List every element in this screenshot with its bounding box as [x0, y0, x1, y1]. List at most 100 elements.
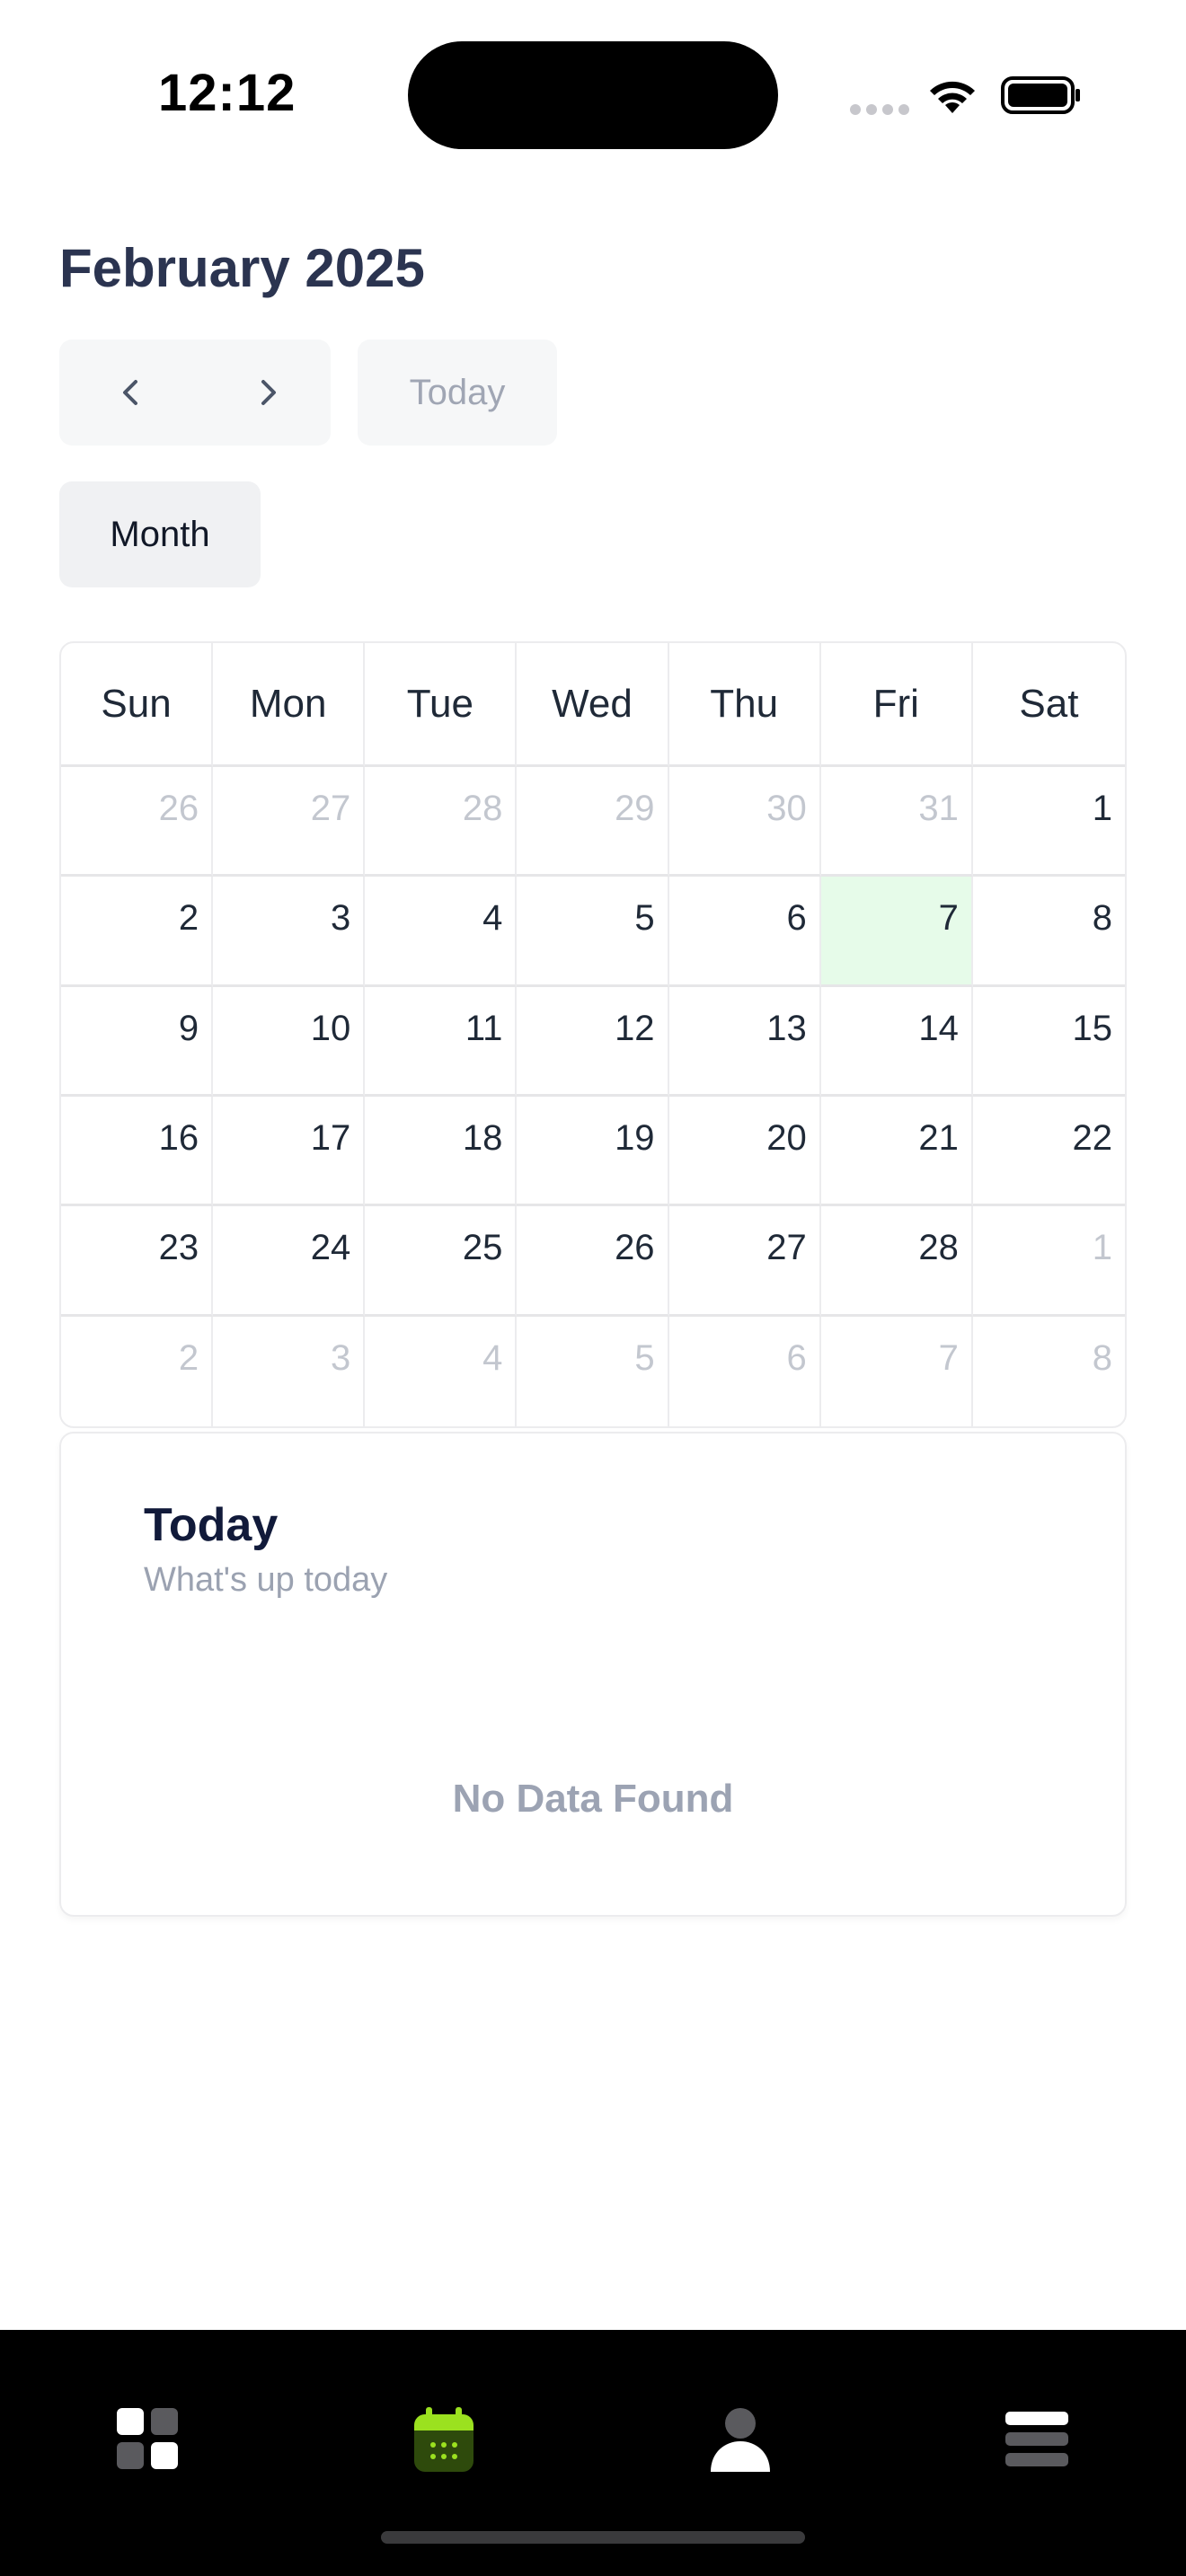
today-button[interactable]: Today [358, 340, 557, 446]
calendar-day[interactable]: 1 [972, 767, 1125, 878]
calendar-day[interactable]: 15 [972, 987, 1125, 1097]
empty-state-text: No Data Found [452, 1777, 734, 1821]
weekday-header: Sun Mon Tue Wed Thu Fri Sat [61, 643, 1125, 767]
calendar-day[interactable]: 2 [61, 877, 214, 987]
dynamic-island [408, 41, 778, 149]
calendar-day[interactable]: 27 [668, 1206, 821, 1317]
calendar-day[interactable]: 23 [61, 1206, 214, 1317]
calendar-day[interactable]: 12 [517, 986, 669, 1097]
weekday-label: Wed [517, 643, 669, 767]
day-number: 1 [1092, 789, 1112, 828]
calendar-days: 26 27 28 29 30 31 1 2 3 4 5 6 7 8 9 10 11 12 13 14 15 16 17 18 1… [61, 767, 1125, 1426]
day-number: 22 [1072, 1118, 1112, 1158]
tab-calendar[interactable] [399, 2395, 489, 2484]
calendar-day[interactable]: 28 [820, 1206, 973, 1317]
calendar-day[interactable]: 10 [213, 986, 366, 1097]
day-number: 11 [465, 1008, 503, 1048]
calendar-day[interactable]: 14 [820, 986, 973, 1097]
calendar-day[interactable]: 6 [669, 1316, 821, 1426]
calendar-day[interactable]: 9 [61, 986, 214, 1097]
user-icon [711, 2408, 770, 2472]
day-number: 17 [310, 1118, 351, 1158]
previous-month-button[interactable] [77, 340, 185, 446]
dashboard-grid-icon [117, 2408, 178, 2469]
day-number: 28 [918, 1228, 959, 1268]
calendar-day[interactable]: 7 [821, 1316, 973, 1426]
day-number: 26 [158, 789, 199, 828]
day-number: 25 [462, 1228, 503, 1268]
tab-dashboard[interactable] [103, 2395, 193, 2484]
day-number: 7 [938, 898, 959, 939]
weekday-label: Sat [972, 643, 1125, 767]
day-number: 8 [1092, 1337, 1112, 1378]
day-number: 3 [331, 898, 351, 939]
day-number: 10 [310, 1008, 351, 1048]
month-nav-group [59, 340, 331, 446]
day-number: 2 [178, 898, 199, 939]
calendar-day[interactable]: 11 [365, 986, 518, 1097]
calendar-day[interactable]: 27 [213, 767, 366, 878]
weekday-label: Sun [61, 643, 214, 767]
day-number: 26 [615, 1228, 655, 1268]
day-number: 1 [1092, 1228, 1112, 1268]
day-number: 19 [615, 1118, 655, 1158]
calendar-day[interactable]: 29 [517, 767, 669, 878]
day-number: 7 [938, 1337, 959, 1378]
calendar-day[interactable]: 30 [668, 767, 821, 878]
day-number: 24 [310, 1228, 351, 1268]
calendar-day-selected[interactable]: 7 [820, 877, 973, 987]
weekday-label: Fri [820, 643, 973, 767]
calendar-day[interactable]: 25 [365, 1206, 518, 1317]
calendar-day[interactable]: 24 [213, 1206, 366, 1317]
day-number: 13 [766, 1008, 807, 1048]
menu-lines-icon [1005, 2412, 1068, 2466]
calendar-day[interactable]: 8 [972, 877, 1125, 987]
day-number: 4 [482, 1337, 503, 1378]
calendar-day[interactable]: 4 [365, 877, 518, 987]
calendar-day[interactable]: 17 [213, 1097, 366, 1207]
calendar-day[interactable]: 22 [972, 1097, 1125, 1207]
day-number: 5 [634, 1337, 655, 1378]
weekday-label: Thu [668, 643, 821, 767]
weekday-label: Tue [365, 643, 518, 767]
calendar-day[interactable]: 6 [668, 877, 821, 987]
tab-profile[interactable] [695, 2395, 785, 2484]
day-number: 12 [615, 1008, 655, 1048]
calendar-day[interactable]: 28 [365, 767, 518, 878]
home-indicator[interactable] [381, 2531, 805, 2544]
calendar-day[interactable]: 3 [213, 877, 366, 987]
cellular-signal-icon [850, 104, 909, 115]
calendar-day[interactable]: 26 [61, 767, 214, 878]
calendar-day[interactable]: 13 [668, 986, 821, 1097]
day-number: 23 [158, 1228, 199, 1268]
calendar-day[interactable]: 8 [973, 1317, 1125, 1426]
calendar-day[interactable]: 3 [213, 1316, 366, 1426]
calendar-day[interactable]: 1 [972, 1206, 1125, 1317]
day-number: 8 [1092, 898, 1112, 939]
status-time: 12:12 [158, 64, 296, 122]
next-month-button[interactable] [214, 340, 322, 446]
calendar-day[interactable]: 26 [517, 1206, 669, 1317]
calendar-day[interactable]: 4 [365, 1316, 518, 1426]
day-number: 21 [918, 1118, 959, 1158]
day-number: 18 [462, 1118, 503, 1158]
day-number: 15 [1072, 1008, 1112, 1048]
tab-menu[interactable] [992, 2395, 1082, 2484]
month-view-button[interactable]: Month [59, 481, 261, 587]
calendar-icon [414, 2407, 474, 2472]
panel-title: Today [144, 1499, 279, 1551]
day-number: 2 [178, 1337, 199, 1378]
calendar-day[interactable]: 20 [668, 1097, 821, 1207]
chevron-right-icon [261, 380, 276, 405]
day-number: 5 [634, 898, 655, 939]
calendar-day[interactable]: 5 [517, 1316, 669, 1426]
calendar-day[interactable]: 19 [517, 1097, 669, 1207]
calendar-day[interactable]: 5 [517, 877, 669, 987]
calendar-day[interactable]: 18 [365, 1097, 518, 1207]
calendar-day[interactable]: 16 [61, 1097, 214, 1207]
chevron-left-icon [123, 380, 137, 405]
calendar-day[interactable]: 31 [820, 767, 973, 878]
calendar-day[interactable]: 2 [61, 1316, 214, 1426]
month-title: February 2025 [59, 238, 425, 298]
calendar-day[interactable]: 21 [820, 1097, 973, 1207]
